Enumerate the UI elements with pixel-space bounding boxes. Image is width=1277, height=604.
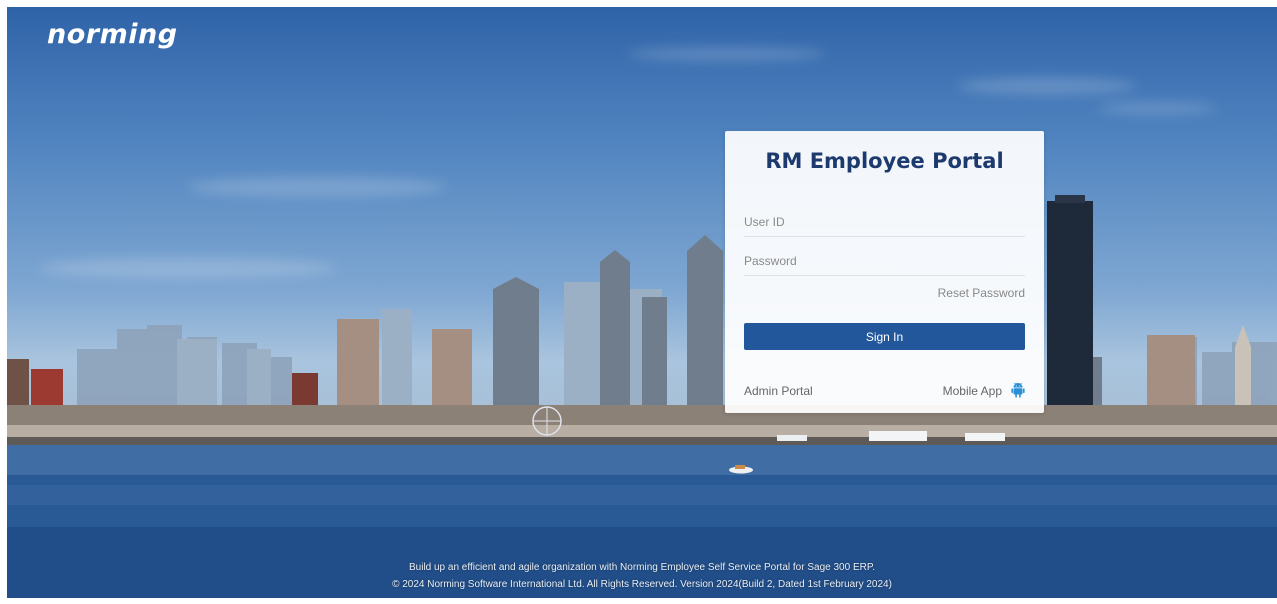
background-frame: norming RM Employee Portal Reset Passwor… — [7, 7, 1277, 598]
reset-password-link[interactable]: Reset Password — [938, 286, 1025, 300]
city-skyline-image — [7, 195, 1277, 598]
sign-in-button[interactable]: Sign In — [744, 323, 1025, 350]
footer-copyright: © 2024 Norming Software International Lt… — [392, 579, 892, 590]
admin-portal-link[interactable]: Admin Portal — [744, 384, 813, 398]
password-input[interactable] — [744, 246, 1025, 276]
logo-text: norming — [47, 19, 178, 50]
android-icon[interactable] — [1010, 381, 1026, 399]
portal-title: RM Employee Portal — [765, 149, 1004, 173]
login-card: RM Employee Portal Reset Password Sign I… — [725, 131, 1044, 413]
norming-logo: norming — [47, 19, 178, 50]
mobile-app-link[interactable]: Mobile App — [943, 384, 1002, 398]
footer-tagline: Build up an efficient and agile organiza… — [408, 562, 875, 573]
user-id-input[interactable] — [744, 207, 1025, 237]
